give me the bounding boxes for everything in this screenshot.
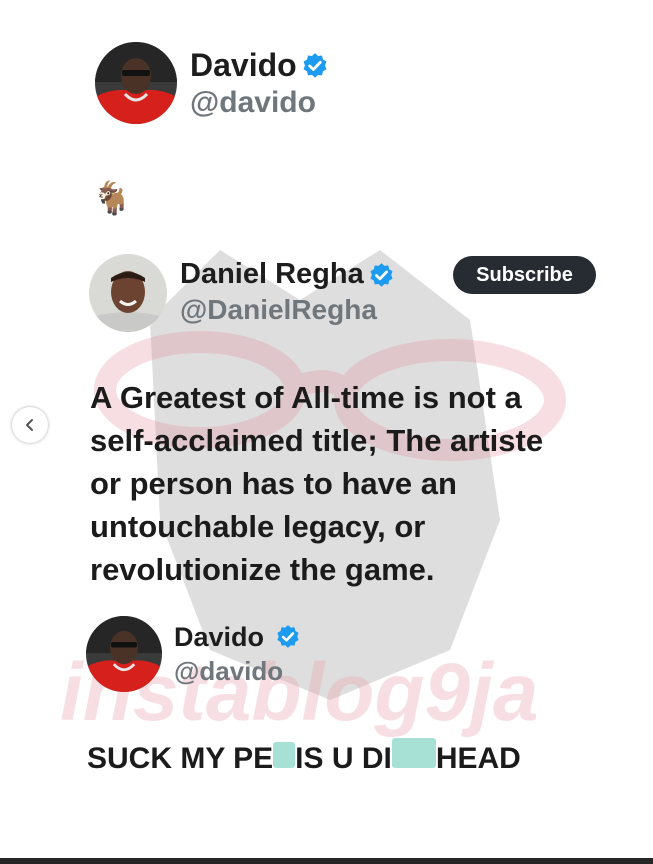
quoted-text-line-2: self-acclaimed title; The artiste <box>90 423 544 458</box>
subscribe-button[interactable]: Subscribe <box>453 256 596 294</box>
davido-handle[interactable]: @davido <box>190 86 316 120</box>
davido-name[interactable]: Davido <box>174 622 264 653</box>
chevron-left-icon <box>26 419 33 431</box>
previous-button[interactable] <box>12 407 48 443</box>
verified-badge-icon <box>370 263 393 287</box>
davido-handle[interactable]: @davido <box>174 656 283 687</box>
quoted-text-line-3: or person has to have an <box>90 466 457 501</box>
reply-text: SUCK MY PE IS U DI HEAD <box>87 738 521 776</box>
censor-blur <box>273 742 296 768</box>
davido-avatar[interactable] <box>86 616 162 692</box>
daniel-regha-avatar[interactable] <box>89 254 167 332</box>
reply-part-2: IS U DI <box>295 742 392 775</box>
censor-blur <box>391 738 436 768</box>
instagram-post-image: instablog9ja Davido @davido 🐐 Daniel Reg… <box>0 0 653 864</box>
davido-avatar[interactable] <box>95 42 177 124</box>
verified-badge-icon <box>277 625 299 648</box>
quoted-text-line-5: revolutionize the game. <box>90 552 435 587</box>
bottom-divider <box>0 858 653 864</box>
quoted-text-line-1: A Greatest of All-time is not a <box>90 380 522 415</box>
davido-name[interactable]: Davido <box>190 47 297 84</box>
verified-badge-icon <box>303 53 327 78</box>
daniel-regha-name[interactable]: Daniel Regha <box>180 258 364 291</box>
daniel-regha-handle[interactable]: @DanielRegha <box>180 294 377 326</box>
reply-part-1: SUCK MY PE <box>87 742 274 775</box>
reply-part-3: HEAD <box>435 742 521 775</box>
quoted-text-line-4: untouchable legacy, or <box>90 509 426 544</box>
goat-emoji: 🐐 <box>92 180 132 216</box>
